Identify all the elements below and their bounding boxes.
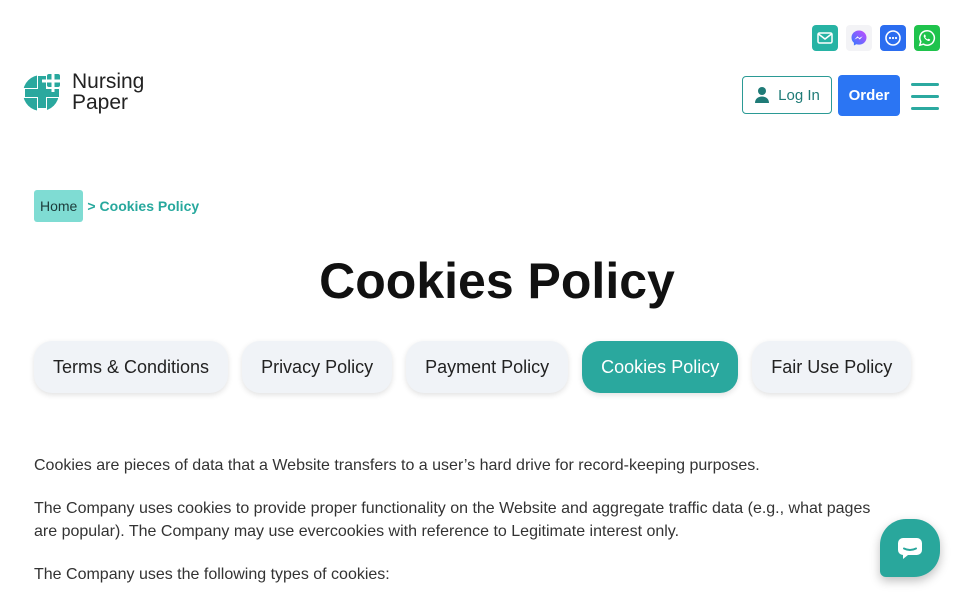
login-label: Log In xyxy=(778,86,820,104)
tab-payment-policy[interactable]: Payment Policy xyxy=(406,341,569,393)
paragraph: The Company uses cookies to provide prop… xyxy=(34,500,871,540)
policy-tabs: Terms & Conditions Privacy Policy Paymen… xyxy=(34,341,912,393)
tab-terms-conditions[interactable]: Terms & Conditions xyxy=(34,341,229,393)
paragraph: The Company uses the following types of … xyxy=(34,566,390,583)
logo-text-nursing: Nursing xyxy=(72,70,145,93)
order-label: Order xyxy=(848,87,890,104)
tab-fair-use-policy[interactable]: Fair Use Policy xyxy=(752,341,912,393)
breadcrumb-separator: > xyxy=(87,198,96,214)
site-logo[interactable]: Nursing Paper xyxy=(22,71,144,113)
email-icon[interactable] xyxy=(812,25,838,51)
logo-cross-icon xyxy=(22,72,62,112)
paragraph: Cookies are pieces of data that a Websit… xyxy=(34,457,760,474)
chat-bubble-icon xyxy=(898,538,922,559)
tab-privacy-policy[interactable]: Privacy Policy xyxy=(242,341,393,393)
chat-icon[interactable] xyxy=(880,25,906,51)
user-icon xyxy=(755,87,770,103)
order-button[interactable]: Order xyxy=(838,75,900,116)
breadcrumb-current: Cookies Policy xyxy=(99,198,200,214)
messenger-icon[interactable] xyxy=(846,25,872,51)
chat-widget-button[interactable] xyxy=(880,519,940,577)
page-title: Cookies Policy xyxy=(319,253,675,309)
logo-text-paper: Paper xyxy=(72,91,129,114)
contact-icons xyxy=(812,25,940,51)
hamburger-menu-icon[interactable] xyxy=(911,83,939,110)
breadcrumb-home[interactable]: Home xyxy=(34,190,84,222)
login-button[interactable]: Log In xyxy=(742,76,832,114)
whatsapp-icon[interactable] xyxy=(914,25,940,51)
breadcrumb: Home > Cookies Policy xyxy=(34,190,199,222)
tab-cookies-policy[interactable]: Cookies Policy xyxy=(582,341,739,393)
policy-content: Cookies are pieces of data that a Websit… xyxy=(34,454,879,606)
